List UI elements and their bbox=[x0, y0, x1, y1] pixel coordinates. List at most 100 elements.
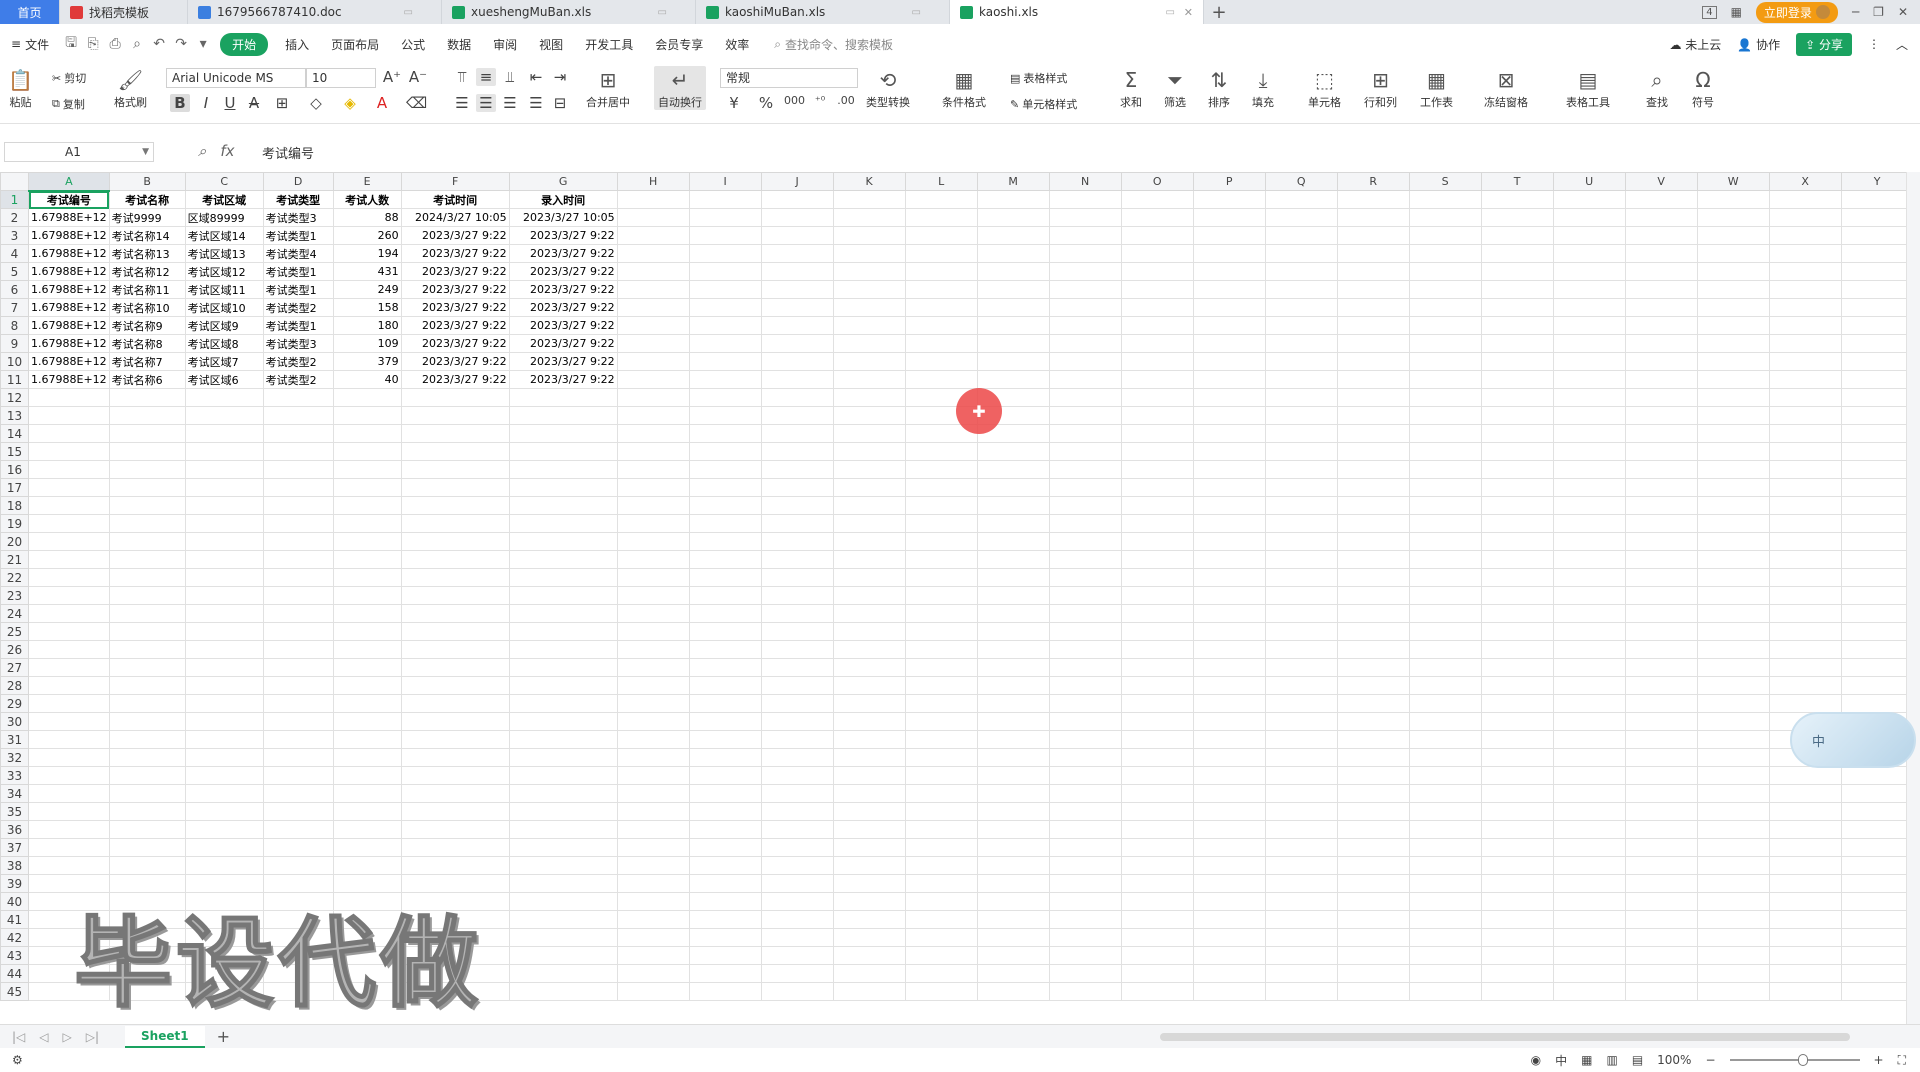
cell-K35[interactable] bbox=[832, 802, 906, 821]
cell-G41[interactable] bbox=[508, 910, 618, 929]
pin-icon[interactable]: ▭ bbox=[912, 7, 921, 18]
cell-C13[interactable] bbox=[184, 406, 264, 425]
cell-K21[interactable] bbox=[832, 550, 906, 569]
cell-B27[interactable] bbox=[108, 658, 186, 677]
cell-H32[interactable] bbox=[616, 748, 690, 767]
redo-icon[interactable]: ↷ bbox=[170, 33, 192, 55]
cell-L31[interactable] bbox=[904, 730, 978, 749]
cell-T5[interactable] bbox=[1480, 262, 1554, 281]
cell-P35[interactable] bbox=[1192, 802, 1266, 821]
cell-O44[interactable] bbox=[1120, 964, 1194, 983]
cell-X7[interactable] bbox=[1768, 298, 1842, 317]
cell-M44[interactable] bbox=[976, 964, 1050, 983]
cell-V21[interactable] bbox=[1624, 550, 1698, 569]
sort-button[interactable]: ⇅ 排序 bbox=[1208, 66, 1230, 110]
cell-I15[interactable] bbox=[688, 442, 762, 461]
column-header-C[interactable]: C bbox=[184, 172, 264, 191]
cell-S14[interactable] bbox=[1408, 424, 1482, 443]
cell-R37[interactable] bbox=[1336, 838, 1410, 857]
cell-F10[interactable]: 2023/3/27 9:22 bbox=[400, 352, 510, 371]
cell-X28[interactable] bbox=[1768, 676, 1842, 695]
cell-N9[interactable] bbox=[1048, 334, 1122, 353]
cell-E1[interactable]: 考试人数 bbox=[332, 190, 402, 209]
cell-T14[interactable] bbox=[1480, 424, 1554, 443]
cell-O25[interactable] bbox=[1120, 622, 1194, 641]
cell-A5[interactable]: 1.67988E+12 bbox=[28, 262, 110, 281]
cell-F15[interactable] bbox=[400, 442, 510, 461]
cell-X1[interactable] bbox=[1768, 190, 1842, 209]
cell-G23[interactable] bbox=[508, 586, 618, 605]
table-tools-button[interactable]: ▤ 表格工具 bbox=[1566, 66, 1610, 110]
more-icon[interactable]: ⋮ bbox=[1868, 37, 1880, 51]
cell-Q42[interactable] bbox=[1264, 928, 1338, 947]
cell-M9[interactable] bbox=[976, 334, 1050, 353]
cell-K45[interactable] bbox=[832, 982, 906, 1001]
cell-J42[interactable] bbox=[760, 928, 834, 947]
cell-X23[interactable] bbox=[1768, 586, 1842, 605]
cell-R3[interactable] bbox=[1336, 226, 1410, 245]
new-tab-button[interactable]: + bbox=[1204, 0, 1234, 24]
vertical-scrollbar[interactable] bbox=[1906, 172, 1920, 1024]
cell-N43[interactable] bbox=[1048, 946, 1122, 965]
row-header-6[interactable]: 6 bbox=[0, 280, 29, 299]
wrap-text-button[interactable]: ↵ 自动换行 bbox=[654, 66, 706, 110]
cell-N6[interactable] bbox=[1048, 280, 1122, 299]
cell-G19[interactable] bbox=[508, 514, 618, 533]
tab-kaoshi-active[interactable]: kaoshi.xls ▭ ✕ bbox=[950, 0, 1204, 24]
cell-K29[interactable] bbox=[832, 694, 906, 713]
cell-F37[interactable] bbox=[400, 838, 510, 857]
cell-G6[interactable]: 2023/3/27 9:22 bbox=[508, 280, 618, 299]
filter-button[interactable]: ⏷ 筛选 bbox=[1164, 66, 1186, 110]
cell-B11[interactable]: 考试名称6 bbox=[108, 370, 186, 389]
cell-T4[interactable] bbox=[1480, 244, 1554, 263]
row-header-15[interactable]: 15 bbox=[0, 442, 29, 461]
cell-H43[interactable] bbox=[616, 946, 690, 965]
cell-B2[interactable]: 考试9999 bbox=[108, 208, 186, 227]
cell-I21[interactable] bbox=[688, 550, 762, 569]
cell-R10[interactable] bbox=[1336, 352, 1410, 371]
cell-R27[interactable] bbox=[1336, 658, 1410, 677]
cell-P30[interactable] bbox=[1192, 712, 1266, 731]
cell-Q10[interactable] bbox=[1264, 352, 1338, 371]
cell-S38[interactable] bbox=[1408, 856, 1482, 875]
row-header-1[interactable]: 1 bbox=[0, 190, 29, 209]
cell-J18[interactable] bbox=[760, 496, 834, 515]
cell-J24[interactable] bbox=[760, 604, 834, 623]
cell-T37[interactable] bbox=[1480, 838, 1554, 857]
cell-L30[interactable] bbox=[904, 712, 978, 731]
tab-developer[interactable]: 开发工具 bbox=[574, 36, 644, 53]
cell-E5[interactable]: 431 bbox=[332, 262, 402, 281]
cell-L11[interactable] bbox=[904, 370, 978, 389]
cell-R16[interactable] bbox=[1336, 460, 1410, 479]
row-header-25[interactable]: 25 bbox=[0, 622, 29, 641]
cell-U35[interactable] bbox=[1552, 802, 1626, 821]
cell-M21[interactable] bbox=[976, 550, 1050, 569]
cell-P38[interactable] bbox=[1192, 856, 1266, 875]
cell-K5[interactable] bbox=[832, 262, 906, 281]
cell-S22[interactable] bbox=[1408, 568, 1482, 587]
cell-D13[interactable] bbox=[262, 406, 334, 425]
cell-O22[interactable] bbox=[1120, 568, 1194, 587]
cell-Q2[interactable] bbox=[1264, 208, 1338, 227]
cell-U25[interactable] bbox=[1552, 622, 1626, 641]
cell-N19[interactable] bbox=[1048, 514, 1122, 533]
cell-D6[interactable]: 考试类型1 bbox=[262, 280, 334, 299]
cell-L20[interactable] bbox=[904, 532, 978, 551]
tab-kaoshi-muban[interactable]: kaoshiMuBan.xls ▭ bbox=[696, 0, 950, 24]
symbol-button[interactable]: Ω 符号 bbox=[1692, 66, 1714, 110]
cell-R9[interactable] bbox=[1336, 334, 1410, 353]
cell-B25[interactable] bbox=[108, 622, 186, 641]
cell-S26[interactable] bbox=[1408, 640, 1482, 659]
cell-S41[interactable] bbox=[1408, 910, 1482, 929]
cell-U43[interactable] bbox=[1552, 946, 1626, 965]
cell-T24[interactable] bbox=[1480, 604, 1554, 623]
cell-E35[interactable] bbox=[332, 802, 402, 821]
column-header-H[interactable]: H bbox=[616, 172, 690, 191]
cell-D14[interactable] bbox=[262, 424, 334, 443]
cell-K18[interactable] bbox=[832, 496, 906, 515]
cell-M26[interactable] bbox=[976, 640, 1050, 659]
cell-P14[interactable] bbox=[1192, 424, 1266, 443]
cell-A14[interactable] bbox=[28, 424, 110, 443]
cell-S12[interactable] bbox=[1408, 388, 1482, 407]
cell-N8[interactable] bbox=[1048, 316, 1122, 335]
